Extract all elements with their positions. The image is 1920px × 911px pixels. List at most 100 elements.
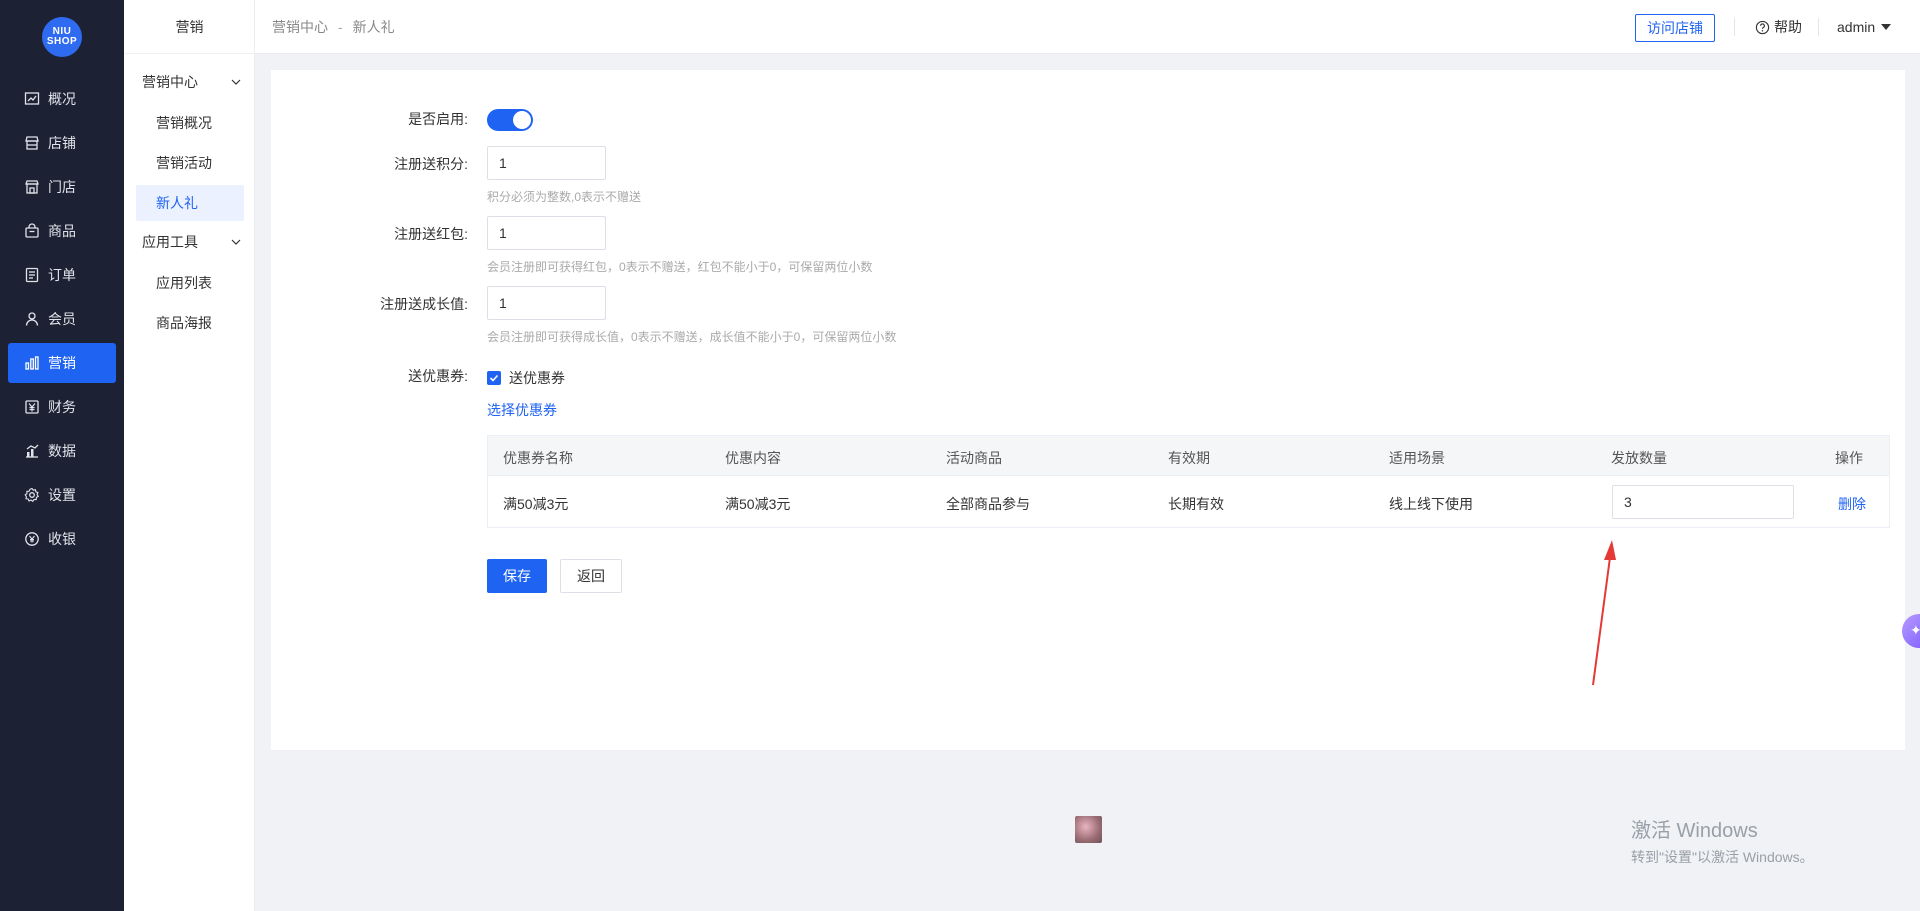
coupon-goods-cell: 全部商品参与 bbox=[946, 496, 1030, 512]
menu-label: 财务 bbox=[48, 399, 76, 415]
menu-item-cashier[interactable]: 收银 bbox=[8, 519, 116, 559]
menu-label: 收银 bbox=[48, 531, 76, 547]
username: admin bbox=[1837, 19, 1876, 35]
menu-label: 数据 bbox=[48, 443, 76, 459]
coupon-checkbox[interactable]: 送优惠券 bbox=[487, 368, 565, 388]
table-header-cell: 发放数量 bbox=[1611, 450, 1667, 466]
menu-label: 营销 bbox=[48, 355, 76, 371]
sub-item-goods-poster[interactable]: 商品海报 bbox=[136, 305, 244, 341]
sub-item-marketing-overview[interactable]: 营销概况 bbox=[136, 105, 244, 141]
coupon-checkbox-label: 送优惠券 bbox=[509, 370, 565, 386]
yuan-icon bbox=[25, 400, 39, 414]
checkmark-icon bbox=[487, 371, 501, 385]
order-list-icon bbox=[25, 267, 39, 283]
visit-store-button[interactable]: 访问店铺 bbox=[1635, 14, 1715, 42]
windows-watermark: 激活 Windows 转到"设置"以激活 Windows。 bbox=[1631, 814, 1814, 867]
coupon-content-cell: 满50减3元 bbox=[725, 496, 791, 512]
table-header-cell: 活动商品 bbox=[946, 450, 1002, 466]
sub-item-marketing-activity[interactable]: 营销活动 bbox=[136, 145, 244, 181]
menu-item-settings[interactable]: 设置 bbox=[8, 475, 116, 515]
question-circle-icon bbox=[1755, 20, 1770, 34]
sparkle-icon: ✦ bbox=[1910, 622, 1920, 638]
annotation-arrow-icon bbox=[1592, 540, 1616, 686]
sub-group-marketing-center[interactable]: 营销中心 bbox=[134, 66, 246, 98]
save-button[interactable]: 保存 bbox=[487, 559, 547, 593]
header-divider bbox=[1818, 18, 1819, 36]
menu-item-data[interactable]: 数据 bbox=[8, 431, 116, 471]
points-label: 注册送积分: bbox=[394, 156, 468, 172]
shop-front-icon bbox=[25, 180, 39, 194]
points-input[interactable] bbox=[487, 146, 606, 180]
caret-down-icon bbox=[1881, 24, 1892, 30]
switch-knob bbox=[513, 111, 531, 129]
chevron-down-icon bbox=[231, 79, 241, 85]
select-coupon-link[interactable]: 选择优惠券 bbox=[487, 400, 557, 420]
table-header-cell: 优惠券名称 bbox=[503, 450, 573, 466]
logo-line-2: SHOP bbox=[46, 36, 78, 47]
table-header-row: 优惠券名称 优惠内容 活动商品 有效期 适用场景 发放数量 操作 bbox=[488, 436, 1889, 476]
main-sidebar: NIU SHOP 概况 店铺 门店 商品 订单 会员 营销 财务 数据 设置 收… bbox=[0, 0, 124, 911]
growth-input[interactable] bbox=[487, 286, 606, 320]
table-header-cell: 优惠内容 bbox=[725, 450, 781, 466]
table-header-cell: 有效期 bbox=[1168, 450, 1210, 466]
points-hint: 积分必须为整数,0表示不赠送 bbox=[487, 190, 642, 204]
top-header: 营销中心 - 新人礼 访问店铺 帮助 admin bbox=[255, 0, 1920, 54]
watermark-subtitle: 转到"设置"以激活 Windows。 bbox=[1631, 849, 1814, 865]
sub-item-new-member-gift[interactable]: 新人礼 bbox=[136, 185, 244, 221]
sub-sidebar: 营销 营销中心 营销概况 营销活动 新人礼 应用工具 应用列表 商品海报 bbox=[124, 0, 255, 911]
data-chart-icon bbox=[26, 444, 39, 458]
user-icon bbox=[25, 312, 39, 326]
store-icon bbox=[25, 136, 39, 150]
redpacket-hint: 会员注册即可获得红包，0表示不赠送，红包不能小于0，可保留两位小数 bbox=[487, 260, 873, 274]
menu-item-store[interactable]: 店铺 bbox=[8, 123, 116, 163]
breadcrumb-separator: - bbox=[338, 19, 343, 35]
menu-item-overview[interactable]: 概况 bbox=[8, 79, 116, 119]
menu-item-goods[interactable]: 商品 bbox=[8, 211, 116, 251]
enable-label: 是否启用: bbox=[408, 111, 468, 127]
sub-sidebar-title: 营销 bbox=[124, 0, 255, 54]
bag-icon bbox=[25, 223, 39, 238]
menu-item-finance[interactable]: 财务 bbox=[8, 387, 116, 427]
cashier-icon bbox=[25, 532, 39, 546]
user-menu[interactable]: admin bbox=[1837, 0, 1892, 54]
breadcrumb: 营销中心 - 新人礼 bbox=[272, 0, 395, 54]
thumbnail-image bbox=[1075, 816, 1102, 843]
menu-label: 店铺 bbox=[48, 135, 76, 151]
menu-label: 会员 bbox=[48, 311, 76, 327]
menu-label: 商品 bbox=[48, 223, 76, 239]
menu-item-marketing[interactable]: 营销 bbox=[8, 343, 116, 383]
watermark-title: 激活 Windows bbox=[1631, 820, 1758, 842]
chevron-down-icon bbox=[231, 239, 241, 245]
coupon-table: 优惠券名称 优惠内容 活动商品 有效期 适用场景 发放数量 操作 满50减3元 … bbox=[487, 435, 1890, 528]
menu-item-orders[interactable]: 订单 bbox=[8, 255, 116, 295]
menu-label: 门店 bbox=[48, 179, 76, 195]
menu-item-members[interactable]: 会员 bbox=[8, 299, 116, 339]
table-header-cell: 适用场景 bbox=[1389, 450, 1445, 466]
quantity-input[interactable] bbox=[1612, 485, 1794, 519]
sub-item-app-list[interactable]: 应用列表 bbox=[136, 265, 244, 301]
enable-switch[interactable] bbox=[487, 109, 533, 131]
redpacket-label: 注册送红包: bbox=[394, 226, 468, 242]
sub-group-app-tools[interactable]: 应用工具 bbox=[134, 226, 246, 258]
menu-label: 订单 bbox=[48, 267, 76, 283]
breadcrumb-current: 新人礼 bbox=[352, 19, 395, 35]
menu-item-outlet[interactable]: 门店 bbox=[8, 167, 116, 207]
coupon-name-cell: 满50减3元 bbox=[503, 496, 569, 512]
table-header-cell: 操作 bbox=[1835, 450, 1863, 466]
menu-label: 概况 bbox=[48, 91, 76, 107]
bar-chart-icon bbox=[25, 356, 39, 370]
help-link[interactable]: 帮助 bbox=[1755, 0, 1802, 54]
breadcrumb-item[interactable]: 营销中心 bbox=[272, 17, 328, 37]
back-button[interactable]: 返回 bbox=[560, 559, 622, 593]
coupon-validity-cell: 长期有效 bbox=[1168, 496, 1224, 512]
delete-link[interactable]: 删除 bbox=[1838, 494, 1866, 514]
gear-icon bbox=[24, 487, 40, 503]
help-label: 帮助 bbox=[1774, 19, 1802, 35]
chart-line-icon bbox=[24, 92, 40, 105]
niushop-logo[interactable]: NIU SHOP bbox=[42, 17, 82, 57]
menu-label: 设置 bbox=[48, 487, 76, 503]
sub-group-label: 应用工具 bbox=[142, 234, 198, 250]
redpacket-input[interactable] bbox=[487, 216, 606, 250]
sub-group-label: 营销中心 bbox=[142, 74, 198, 90]
coupon-label: 送优惠券: bbox=[408, 368, 468, 384]
